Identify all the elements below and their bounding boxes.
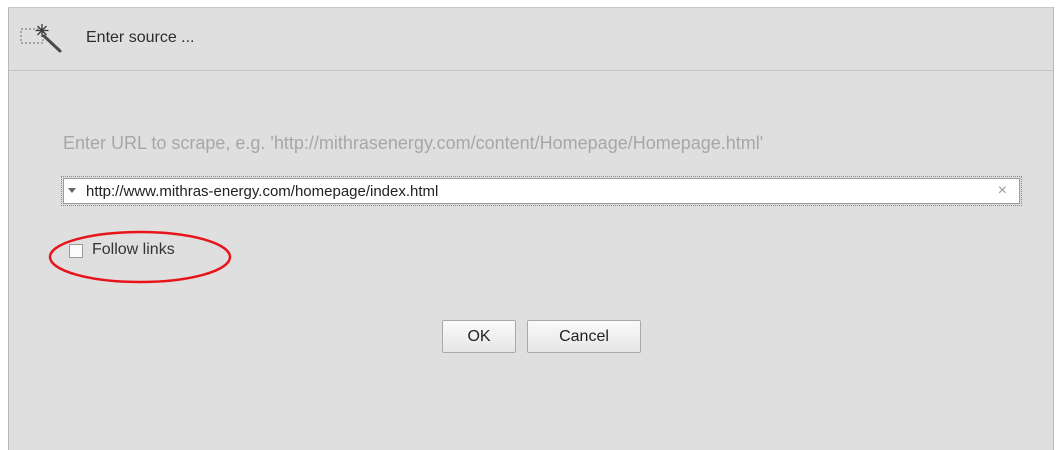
follow-links-checkbox[interactable] — [69, 244, 83, 258]
ok-button[interactable]: OK — [442, 320, 516, 353]
enter-source-dialog: Enter source ... Enter URL to scrape, e.… — [8, 7, 1054, 450]
dialog-title: Enter source ... — [86, 29, 195, 46]
url-combobox[interactable]: × — [61, 176, 1022, 206]
cancel-button[interactable]: Cancel — [527, 320, 641, 353]
magic-wand-selection-icon — [20, 23, 66, 53]
url-hint-text: Enter URL to scrape, e.g. 'http://mithra… — [63, 133, 764, 153]
url-input[interactable] — [86, 179, 966, 203]
follow-links-label[interactable]: Follow links — [92, 241, 175, 259]
dialog-titlebar: Enter source ... — [9, 8, 1053, 71]
clear-icon[interactable]: × — [998, 181, 1007, 201]
dropdown-arrow-icon[interactable] — [68, 188, 76, 193]
